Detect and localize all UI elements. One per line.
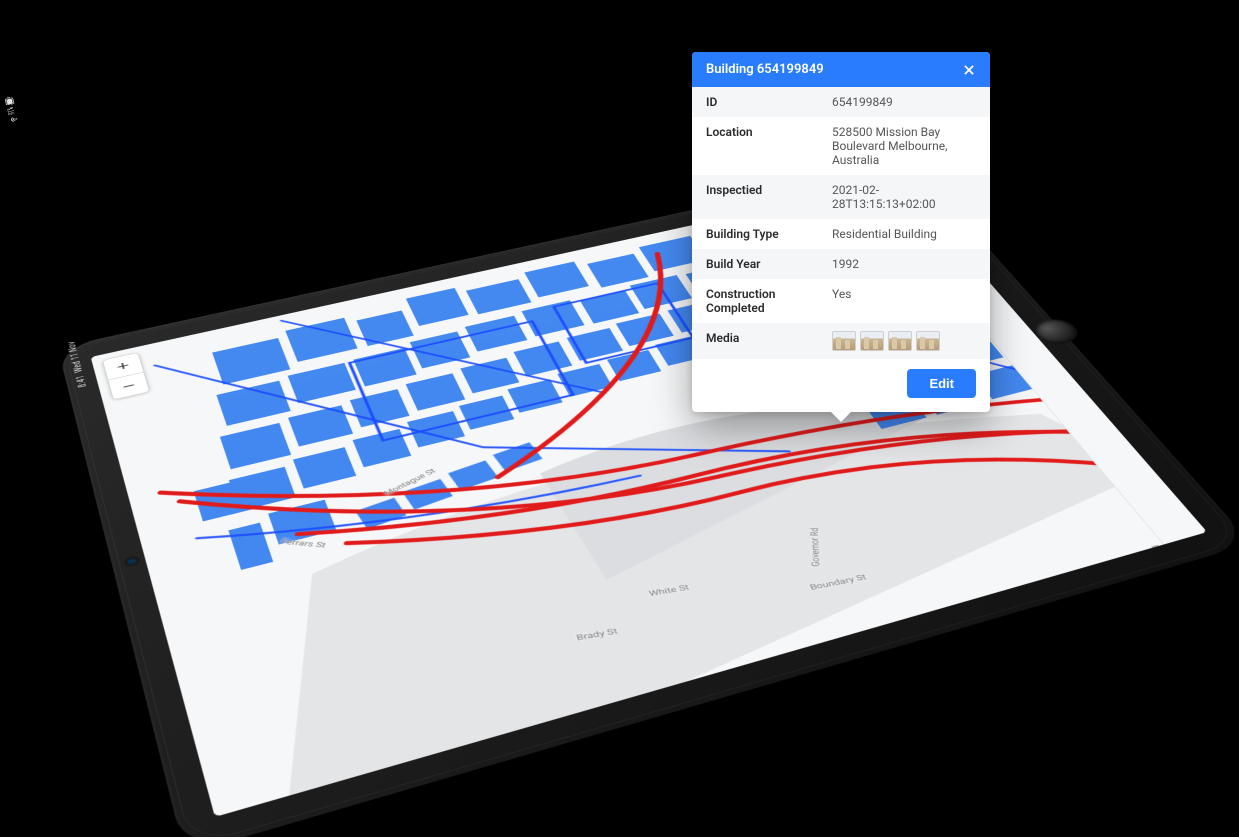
device-status-bar: 8:41 Wed 11 Nov 91% xyxy=(66,340,89,388)
media-thumb[interactable] xyxy=(860,331,884,351)
field-label: ID xyxy=(706,95,822,109)
field-construction-completed: Construction Completed Yes xyxy=(692,279,990,323)
media-thumb[interactable] xyxy=(832,331,856,351)
map-svg xyxy=(91,180,1207,817)
field-value: 654199849 xyxy=(832,95,976,109)
field-media: Media xyxy=(692,323,990,359)
status-time: 8:41 xyxy=(75,374,89,388)
battery-icon xyxy=(4,97,14,106)
tablet-frame: 8:41 Wed 11 Nov 91% xyxy=(58,162,1239,837)
field-label: Building Type xyxy=(706,227,822,241)
status-date: Wed 11 Nov xyxy=(66,340,85,373)
media-thumbnails xyxy=(832,331,976,351)
popup-footer: Edit xyxy=(692,359,990,412)
field-value: 2021-02-28T13:15:13+02:00 xyxy=(832,183,976,211)
map-canvas[interactable]: Ferrars St White St Brady St Governor Rd… xyxy=(91,180,1207,817)
popup-header: Building 654199849 xyxy=(692,52,990,87)
field-label: Inspectied xyxy=(706,183,822,197)
field-value: 528500 Mission Bay Boulevard Melbourne, … xyxy=(832,125,976,167)
media-thumb[interactable] xyxy=(916,331,940,351)
popup-body: ID 654199849 Location 528500 Mission Bay… xyxy=(692,87,990,359)
field-value: Residential Building xyxy=(832,227,976,241)
field-label: Build Year xyxy=(706,257,822,271)
field-building-type: Building Type Residential Building xyxy=(692,219,990,249)
close-icon xyxy=(962,63,976,77)
field-location: Location 528500 Mission Bay Boulevard Me… xyxy=(692,117,990,175)
field-build-year: Build Year 1992 xyxy=(692,249,990,279)
field-label: Construction Completed xyxy=(706,287,822,315)
street-label-governor: Governor Rd xyxy=(809,528,822,567)
field-value: 1992 xyxy=(832,257,976,271)
map-attribution: Powered by GIS Cloud xyxy=(1151,544,1207,607)
field-id: ID 654199849 xyxy=(692,87,990,117)
scene: 8:41 Wed 11 Nov 91% xyxy=(0,0,1239,742)
field-inspected: Inspectied 2021-02-28T13:15:13+02:00 xyxy=(692,175,990,219)
field-value: Yes xyxy=(832,287,976,301)
wifi-icon xyxy=(9,116,19,123)
feature-info-popup: Building 654199849 ID 654199849 Location… xyxy=(692,52,990,412)
field-label: Media xyxy=(706,331,822,345)
status-battery-pct: 91% xyxy=(6,106,17,115)
popup-close-button[interactable] xyxy=(962,63,976,77)
media-thumb[interactable] xyxy=(888,331,912,351)
edit-button[interactable]: Edit xyxy=(907,369,976,398)
popup-title: Building 654199849 xyxy=(706,62,824,77)
screen: Ferrars St White St Brady St Governor Rd… xyxy=(91,180,1207,817)
tablet-camera-dot xyxy=(127,558,137,566)
field-label: Location xyxy=(706,125,822,139)
